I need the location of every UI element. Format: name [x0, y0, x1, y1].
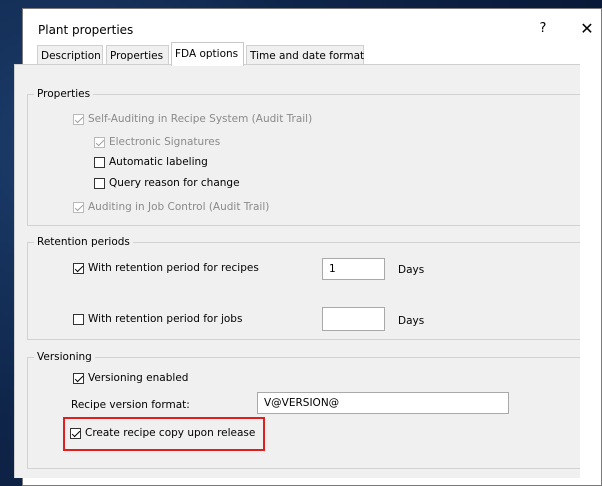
title-bar: Plant properties ? ✕ — [23, 9, 601, 47]
automatic-labeling-checkbox[interactable]: Automatic labeling — [94, 156, 208, 168]
retention-recipes-input[interactable] — [322, 258, 385, 280]
close-button[interactable]: ✕ — [575, 17, 599, 41]
help-button[interactable]: ? — [533, 19, 553, 39]
recipe-version-format-input[interactable] — [257, 392, 509, 414]
retention-group-title: Retention periods — [34, 235, 133, 249]
checkbox-label: Auditing in Job Control (Audit Trail) — [88, 201, 270, 213]
checkbox-label: Query reason for change — [109, 177, 240, 189]
tab-properties[interactable]: Properties — [106, 45, 169, 65]
dialog-title: Plant properties — [38, 23, 134, 37]
checkbox-label: Create recipe copy upon release — [85, 427, 256, 439]
jobs-days-label: Days — [398, 315, 425, 327]
recipes-days-label: Days — [398, 264, 425, 276]
checkbox-label: Electronic Signatures — [109, 136, 221, 148]
checkbox-label: Versioning enabled — [88, 372, 189, 384]
checkbox-box[interactable] — [73, 113, 84, 125]
recipe-version-format-label: Recipe version format: — [71, 399, 190, 411]
retention-jobs-checkbox[interactable]: With retention period for jobs — [73, 313, 242, 325]
versioning-group-title: Versioning — [34, 350, 95, 364]
retention-periods-group: Retention periods — [27, 235, 580, 340]
query-reason-checkbox[interactable]: Query reason for change — [94, 177, 240, 189]
checkbox-box[interactable] — [94, 177, 105, 189]
retention-recipes-checkbox[interactable]: With retention period for recipes — [73, 262, 259, 274]
checkbox-label: Automatic labeling — [109, 156, 208, 168]
checkbox-box[interactable] — [94, 136, 105, 148]
checkbox-box[interactable] — [73, 201, 84, 213]
checkbox-label: With retention period for recipes — [88, 262, 259, 274]
create-recipe-copy-checkbox[interactable]: Create recipe copy upon release — [70, 427, 255, 439]
self-auditing-checkbox[interactable]: Self-Auditing in Recipe System (Audit Tr… — [73, 113, 312, 125]
checkbox-label: Self-Auditing in Recipe System (Audit Tr… — [88, 113, 313, 125]
checkbox-box[interactable] — [73, 262, 84, 274]
tab-description[interactable]: Description — [37, 45, 103, 65]
tab-time-and-date-format[interactable]: Time and date format — [246, 45, 364, 65]
versioning-enabled-checkbox[interactable]: Versioning enabled — [73, 372, 188, 384]
auditing-job-control-checkbox[interactable]: Auditing in Job Control (Audit Trail) — [73, 201, 269, 213]
checkbox-label: With retention period for jobs — [88, 313, 243, 325]
electronic-signatures-checkbox[interactable]: Electronic Signatures — [94, 136, 220, 148]
retention-jobs-input[interactable] — [322, 307, 385, 331]
checkbox-box[interactable] — [70, 427, 81, 439]
checkbox-box[interactable] — [73, 313, 84, 325]
tab-fda-options[interactable]: FDA options — [171, 42, 244, 66]
properties-group-title: Properties — [34, 87, 94, 101]
checkbox-box[interactable] — [73, 372, 84, 384]
checkbox-box[interactable] — [94, 156, 105, 168]
